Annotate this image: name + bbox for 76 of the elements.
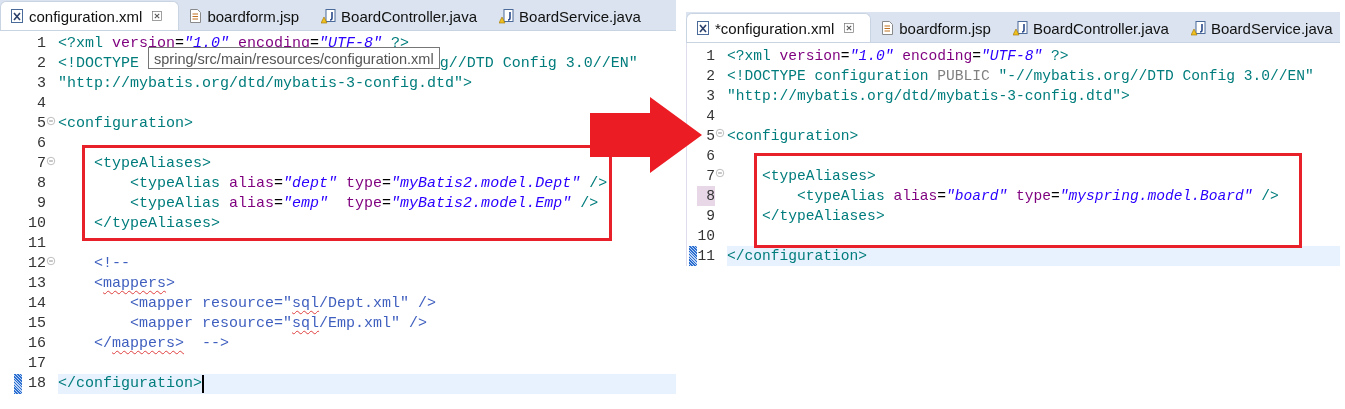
line-number: 9 — [36, 194, 46, 214]
line-number: 4 — [36, 94, 46, 114]
line-number: 10 — [697, 227, 715, 246]
line-number: 2 — [36, 54, 46, 74]
line-number: 11 — [27, 234, 46, 254]
line-number: 11 — [697, 247, 715, 266]
code-line: <typeAlias alias="emp" type="myBatis2.model.Emp" /> — [129, 194, 599, 214]
java-file-icon — [1190, 20, 1207, 36]
code-line: </configuration> — [58, 374, 203, 394]
code-line: <mapper resource="sql/Dept.xml" /> — [129, 294, 437, 314]
line-number: 2 — [705, 67, 715, 86]
code-line: "http://mybatis.org/dtd/mybatis-3-config.dtd"> — [58, 74, 473, 94]
code-line: <configuration> — [727, 127, 859, 146]
xml-file-icon — [695, 20, 711, 36]
arrow-icon — [590, 97, 702, 173]
tab[interactable]: configuration.xml — [0, 1, 180, 30]
line-number: 3 — [36, 74, 46, 94]
java-file-icon — [1012, 20, 1029, 36]
fold-icon[interactable] — [46, 156, 56, 166]
java-file-icon — [499, 8, 516, 24]
document-icon — [187, 8, 204, 24]
line-number: 15 — [27, 314, 46, 334]
line-number: 17 — [27, 354, 46, 374]
tab[interactable]: BoardController.java — [313, 2, 492, 30]
code-line: g//DTD Config 3.0//EN" — [439, 54, 638, 74]
line-number: 6 — [36, 134, 46, 154]
line-number: 14 — [27, 294, 46, 314]
line-number: 18 — [27, 374, 46, 394]
code-line: <!DOCTYPE — [58, 54, 140, 74]
code-line: </typeAliases> — [761, 207, 885, 226]
line-number: 1 — [705, 47, 715, 66]
fold-icon[interactable] — [715, 128, 725, 138]
tooltip: spring/src/main/resources/configuration.xml — [148, 47, 440, 69]
fold-icon[interactable] — [715, 168, 725, 178]
tab[interactable]: BoardService.java — [1182, 14, 1345, 42]
document-icon — [879, 20, 896, 36]
close-icon[interactable] — [842, 21, 857, 35]
line-number: 5 — [705, 127, 715, 146]
code-line: </typeAliases> — [93, 214, 221, 234]
line-number: 13 — [27, 274, 46, 294]
tab[interactable]: *configuration.xml — [686, 13, 872, 42]
code-line: <mappers> — [93, 274, 176, 294]
code-line: <typeAlias alias="dept" type="myBatis2.model.Dept" /> — [129, 174, 608, 194]
line-number: 4 — [705, 107, 715, 126]
code-line: <mapper resource="sql/Emp.xml" /> — [129, 314, 428, 334]
xml-file-icon — [9, 8, 25, 24]
line-number: 3 — [705, 87, 715, 106]
line-number: 7 — [705, 167, 715, 186]
fold-icon[interactable] — [46, 116, 56, 126]
tab[interactable]: boardform.jsp — [179, 2, 314, 30]
line-number: 1 — [36, 34, 46, 54]
line-number: 5 — [36, 114, 46, 134]
code-line: <configuration> — [58, 114, 194, 134]
tab[interactable]: BoardController.java — [1004, 14, 1183, 42]
code-line: </configuration> — [727, 247, 868, 266]
code-line: <?xml version="1.0" encoding="UTF-8" ?> — [727, 47, 1069, 66]
code-line: <!-- — [93, 254, 130, 274]
line-number: 16 — [27, 334, 46, 354]
code-line: "http://mybatis.org/dtd/mybatis-3-config.dtd"> — [727, 87, 1130, 106]
code-line: <typeAlias alias="board" type="myspring.model.Board" /> — [796, 187, 1279, 206]
line-number: 8 — [697, 186, 715, 206]
line-number: 9 — [705, 207, 715, 226]
code-line: <typeAliases> — [761, 167, 876, 186]
code-line: <!DOCTYPE configuration PUBLIC "-//mybatis.org//DTD Config 3.0//EN" — [727, 67, 1314, 86]
line-number: 6 — [705, 147, 715, 166]
tab[interactable]: boardform.jsp — [871, 14, 1005, 42]
fold-icon[interactable] — [46, 256, 56, 266]
code-line: <typeAliases> — [93, 154, 212, 174]
line-number: 7 — [36, 154, 46, 174]
java-file-icon — [321, 8, 338, 24]
line-number: 8 — [36, 174, 46, 194]
line-number: 12 — [27, 254, 46, 274]
code-line: </mappers> --> — [93, 334, 230, 354]
line-number: 10 — [27, 214, 46, 234]
tab[interactable]: BoardService.java — [491, 2, 655, 30]
close-icon[interactable] — [150, 9, 165, 23]
